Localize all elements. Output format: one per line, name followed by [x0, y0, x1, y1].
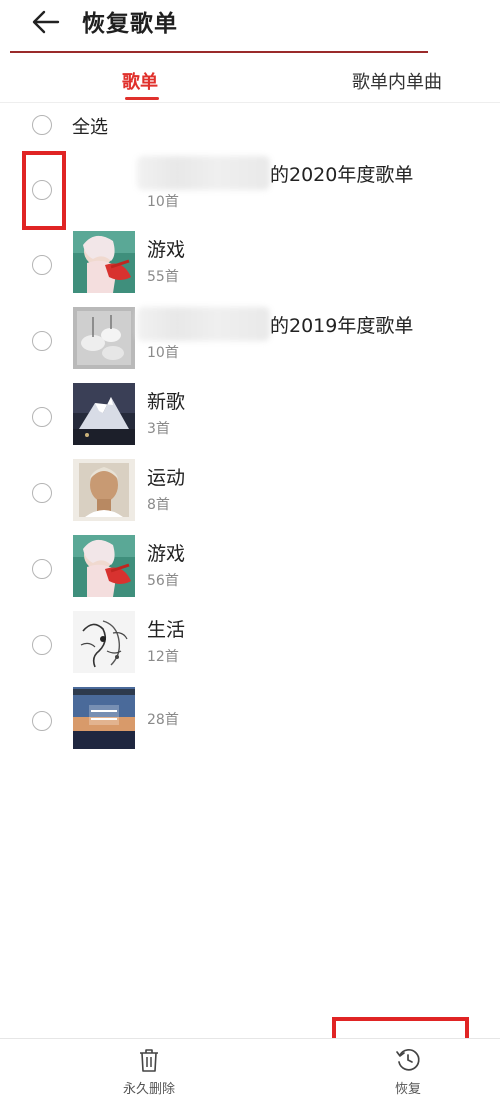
playlist-song-count: 56首 [147, 573, 179, 589]
playlist-name: 游戏 [147, 239, 186, 261]
playlist-cover-image [73, 687, 135, 749]
blurred-username [137, 307, 270, 341]
playlist-row[interactable]: 游戏 55首 [0, 231, 500, 303]
restore-clock-icon [396, 1048, 420, 1071]
playlist-row[interactable]: 新歌 3首 [0, 383, 500, 455]
playlist-radio[interactable] [32, 635, 52, 655]
playlist-song-count: 28首 [147, 712, 179, 728]
tab-songs-in-playlists[interactable]: 歌单内单曲 [352, 68, 442, 94]
playlist-name: 生活 [147, 619, 186, 641]
playlist-radio[interactable] [32, 559, 52, 579]
app-header: 恢复歌单 [0, 0, 500, 53]
playlist-row[interactable]: 28首 [0, 687, 500, 759]
trash-icon [140, 1049, 158, 1072]
playlist-name: 的2019年度歌单 [270, 315, 414, 337]
playlist-radio[interactable] [32, 331, 52, 351]
active-tab-indicator [125, 97, 159, 100]
tab-bar: 歌单 歌单内单曲 [0, 60, 500, 103]
select-all-radio[interactable] [32, 115, 52, 135]
playlist-cover-image [73, 307, 135, 369]
playlist-radio[interactable] [32, 180, 52, 200]
playlist-song-count: 8首 [147, 497, 170, 513]
playlist-name: 新歌 [147, 391, 186, 413]
playlist-cover-image [73, 383, 135, 445]
playlist-row[interactable]: 生活 12首 [0, 611, 500, 683]
playlist-song-count: 55首 [147, 269, 179, 285]
select-all-label: 全选 [72, 117, 108, 138]
playlist-song-count: 12首 [147, 649, 179, 665]
playlist-radio[interactable] [32, 407, 52, 427]
playlist-song-count: 10首 [147, 345, 179, 361]
playlist-cover-image [73, 535, 135, 597]
playlist-cover-image [73, 611, 135, 673]
restore-label: 恢复 [394, 1082, 421, 1097]
playlist-name: 游戏 [147, 543, 186, 565]
playlist-cover-image [73, 459, 135, 521]
blurred-username [137, 156, 270, 190]
restore-button[interactable]: 恢复 [358, 1047, 458, 1103]
playlist-row[interactable]: 的2019年度歌单 10首 [0, 307, 500, 379]
permanent-delete-label: 永久删除 [122, 1082, 175, 1097]
playlist-radio[interactable] [32, 255, 52, 275]
playlist-song-count: 3首 [147, 421, 170, 437]
playlist-row[interactable]: 游戏 56首 [0, 535, 500, 607]
select-all-row[interactable]: 全选 [0, 108, 500, 144]
playlist-row[interactable]: 运动 8首 [0, 459, 500, 531]
bottom-action-bar: 永久删除 恢复 [0, 1038, 500, 1103]
playlist-radio[interactable] [32, 711, 52, 731]
playlist-name: 的2020年度歌单 [270, 164, 414, 186]
playlist-name: 运动 [147, 467, 186, 489]
permanent-delete-button[interactable]: 永久删除 [99, 1047, 199, 1103]
playlist-row[interactable]: 的2020年度歌单 10首 [0, 156, 500, 228]
page-title: 恢复歌单 [82, 11, 178, 37]
back-arrow-icon[interactable] [30, 6, 62, 38]
playlist-radio[interactable] [32, 483, 52, 503]
playlist-song-count: 10首 [147, 194, 179, 210]
header-divider [10, 51, 428, 53]
playlist-cover-image [73, 231, 135, 293]
tab-playlists[interactable]: 歌单 [122, 68, 158, 94]
